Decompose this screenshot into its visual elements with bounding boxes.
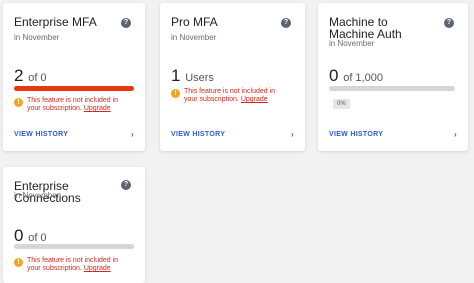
chevron-right-icon[interactable]: › bbox=[454, 131, 457, 139]
card-period: in November bbox=[14, 191, 60, 200]
card-period: in November bbox=[171, 33, 217, 42]
view-history-link[interactable]: VIEW HISTORY bbox=[14, 131, 68, 138]
usage-progress-bar bbox=[14, 86, 134, 91]
help-icon[interactable]: ? bbox=[121, 180, 131, 190]
help-icon[interactable]: ? bbox=[444, 18, 454, 28]
percent-badge: 0% bbox=[333, 99, 350, 109]
usage-suffix: of 1,000 bbox=[343, 72, 383, 84]
usage-progress-bar bbox=[329, 86, 455, 91]
card-title: Machine to Machine Auth bbox=[329, 15, 402, 41]
usage-count: 1 Users bbox=[171, 67, 214, 87]
not-included-warning: ! This feature is not included in your s… bbox=[171, 88, 284, 104]
usage-card-enterprise-connections: Enterprise Connections ? in November 0 o… bbox=[3, 167, 145, 283]
usage-card-machine-to-machine: Machine to Machine Auth ? in November 0 … bbox=[318, 3, 468, 151]
view-history-link[interactable]: VIEW HISTORY bbox=[171, 131, 225, 138]
usage-value: 1 bbox=[171, 66, 181, 85]
not-included-warning: ! This feature is not included in your s… bbox=[14, 257, 127, 273]
chevron-right-icon[interactable]: › bbox=[291, 131, 294, 139]
view-history-link[interactable]: VIEW HISTORY bbox=[329, 131, 383, 138]
usage-card-enterprise-mfa: Enterprise MFA ? in November 2 of 0 ! Th… bbox=[3, 3, 145, 151]
warning-text: This feature is not included in your sub… bbox=[184, 88, 284, 104]
upgrade-link[interactable]: Upgrade bbox=[84, 265, 111, 272]
card-title: Enterprise MFA bbox=[14, 15, 97, 29]
card-period: in November bbox=[14, 33, 60, 42]
not-included-warning: ! This feature is not included in your s… bbox=[14, 97, 127, 113]
usage-progress-fill bbox=[14, 86, 134, 91]
help-icon[interactable]: ? bbox=[121, 18, 131, 28]
usage-progress-bar bbox=[14, 244, 134, 249]
upgrade-link[interactable]: Upgrade bbox=[241, 96, 268, 103]
usage-value: 2 bbox=[14, 66, 24, 85]
exclamation-circle-icon: ! bbox=[14, 98, 23, 107]
exclamation-circle-icon: ! bbox=[14, 258, 23, 267]
usage-suffix: Users bbox=[185, 72, 214, 84]
exclamation-circle-icon: ! bbox=[171, 89, 180, 98]
warning-text: This feature is not included in your sub… bbox=[27, 257, 127, 273]
usage-count: 2 of 0 bbox=[14, 67, 47, 87]
usage-value: 0 bbox=[329, 66, 339, 85]
usage-suffix: of 0 bbox=[28, 72, 47, 84]
usage-suffix: of 0 bbox=[28, 232, 47, 244]
usage-card-pro-mfa: Pro MFA ? in November 1 Users ! This fea… bbox=[160, 3, 305, 151]
chevron-right-icon[interactable]: › bbox=[131, 131, 134, 139]
usage-value: 0 bbox=[14, 226, 24, 245]
card-title: Pro MFA bbox=[171, 15, 218, 29]
warning-text: This feature is not included in your sub… bbox=[27, 97, 127, 113]
upgrade-link[interactable]: Upgrade bbox=[84, 105, 111, 112]
help-icon[interactable]: ? bbox=[281, 18, 291, 28]
usage-count: 0 of 1,000 bbox=[329, 67, 383, 87]
card-period: in November bbox=[329, 39, 375, 48]
